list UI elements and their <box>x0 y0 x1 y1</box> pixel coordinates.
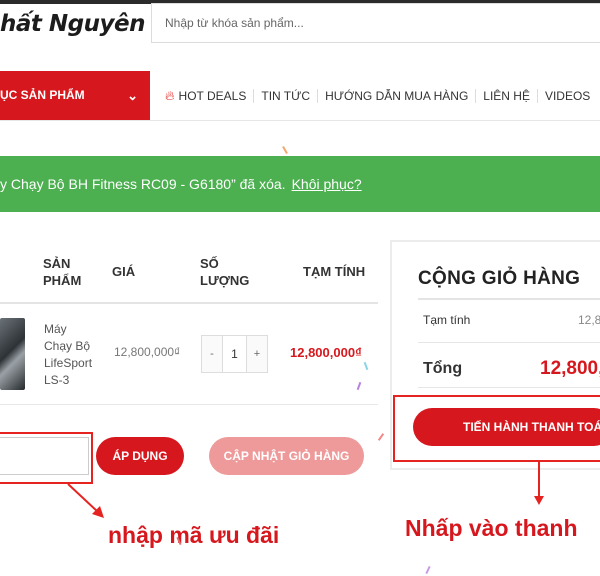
notice-message: y Chạy Bộ BH Fitness RC09 - G6180” đã xó… <box>0 176 286 192</box>
nav-hot-deals[interactable]: 🔥︎ HOT DEALS <box>165 87 253 103</box>
nav-news[interactable]: TIN TỨC <box>253 88 317 103</box>
row-divider <box>0 404 378 405</box>
total-label: Tổng <box>423 360 463 377</box>
subtotal-label: Tạm tính <box>423 313 471 327</box>
quantity-decrease-button[interactable]: - <box>202 336 222 372</box>
column-header-price: GIÁ <box>112 264 136 279</box>
product-name-link[interactable]: Máy Chạy Bộ LifeSport LS-3 <box>44 321 102 389</box>
column-header-product-line2: PHẨM <box>43 273 82 288</box>
category-menu-label: ỤC SẢN PHẨM <box>0 88 85 102</box>
column-header-quantity-line1: SỐ <box>200 256 219 271</box>
table-header-divider <box>0 302 378 304</box>
cart-totals-divider <box>418 298 600 300</box>
nav-contact[interactable]: LIÊN HỆ <box>475 88 537 103</box>
coupon-highlight-box <box>0 432 93 484</box>
removed-item-notice: y Chạy Bộ BH Fitness RC09 - G6180” đã xó… <box>0 156 600 212</box>
column-header-quantity: SỐ LƯỢNG <box>200 255 249 289</box>
confetti-piece <box>356 381 362 391</box>
confetti-piece <box>282 146 288 154</box>
quantity-stepper: - 1 + <box>201 335 268 373</box>
product-thumbnail[interactable] <box>0 318 25 390</box>
confetti-piece <box>425 565 431 575</box>
quantity-increase-button[interactable]: + <box>247 336 267 372</box>
category-menu-button[interactable]: ỤC SẢN PHẨM ⌄ <box>0 71 150 120</box>
quantity-input[interactable]: 1 <box>222 336 247 372</box>
site-logo[interactable]: hất Nguyên <box>0 6 150 44</box>
main-nav: 🔥︎ HOT DEALS TIN TỨC HƯỚNG DẪN MUA HÀNG L… <box>165 71 597 120</box>
product-name-line: LifeSport <box>44 356 93 370</box>
column-header-product-line1: SẢN <box>43 256 71 271</box>
product-price: 12,800,000₫ <box>114 345 181 359</box>
update-cart-button[interactable]: CẬP NHẬT GIỎ HÀNG <box>209 437 364 475</box>
search-input[interactable] <box>151 3 600 43</box>
undo-link[interactable]: Khôi phục? <box>292 176 362 192</box>
arrow-down-icon <box>534 496 544 505</box>
column-header-product: SẢN PHẨM <box>43 255 81 289</box>
checkout-highlight-box <box>393 395 600 462</box>
nav-videos[interactable]: VIDEOS <box>536 88 597 103</box>
checkout-arrow-line <box>538 462 540 497</box>
total-value: 12,800, <box>540 358 600 379</box>
coupon-annotation: nhập mã ưu đãi <box>108 522 280 548</box>
chevron-down-icon: ⌄ <box>127 88 138 103</box>
subtotal-value: 12,8 <box>578 313 600 327</box>
apply-coupon-button[interactable]: ÁP DỤNG <box>96 437 184 475</box>
confetti-piece <box>363 361 369 371</box>
checkout-annotation: Nhấp vào thanh <box>405 515 578 541</box>
totals-divider <box>418 342 600 343</box>
product-name-line: LS-3 <box>44 373 70 387</box>
product-name-line: Máy <box>44 322 67 336</box>
column-header-quantity-line2: LƯỢNG <box>200 273 250 288</box>
nav-divider <box>0 120 600 121</box>
flame-icon: 🔥︎ <box>165 87 175 103</box>
coupon-arrow-icon <box>67 483 104 518</box>
product-name-line: Chạy Bộ <box>44 339 91 353</box>
totals-divider <box>418 387 600 388</box>
nav-hot-deals-label: HOT DEALS <box>178 88 247 103</box>
nav-buying-guide[interactable]: HƯỚNG DẪN MUA HÀNG <box>317 88 475 103</box>
row-subtotal: 12,800,000₫ <box>290 345 362 360</box>
confetti-piece <box>377 433 385 441</box>
column-header-subtotal: TẠM TÍNH <box>303 264 366 279</box>
cart-totals-title: CỘNG GIỎ HÀNG <box>418 268 581 289</box>
